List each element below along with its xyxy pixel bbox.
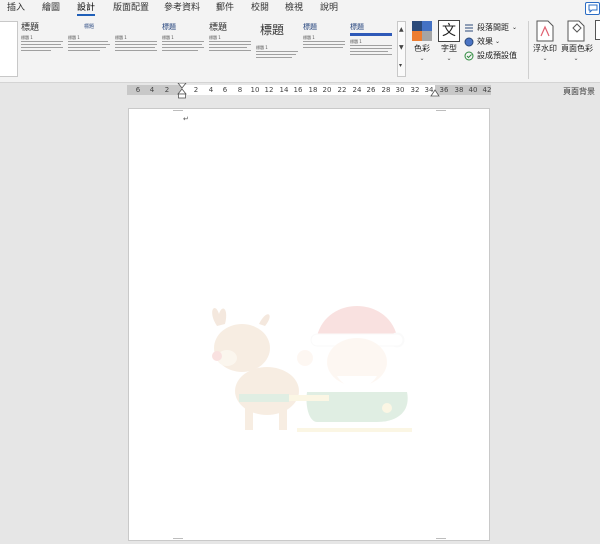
colors-label: 色彩: [414, 44, 430, 53]
horizontal-ruler[interactable]: 6 4 2 2 4 6 8 10 12 14 16 18 20 22 24 26…: [127, 83, 492, 99]
right-indent-marker[interactable]: [430, 89, 440, 97]
gallery-scrollbar[interactable]: ▲ ▼ ▾: [397, 21, 406, 77]
style-set-preview[interactable]: 標題 1: [113, 21, 159, 77]
ruler-number: 6: [135, 86, 141, 94]
tab-review[interactable]: 校閱: [251, 2, 269, 14]
page-color-button[interactable]: 頁面色彩 ⌄: [561, 20, 593, 66]
santa-icon: [297, 306, 405, 388]
ruler-number: 42: [482, 86, 492, 94]
reindeer-icon: [212, 307, 299, 430]
chevron-down-icon: ⌄: [419, 55, 425, 62]
ribbon-tab-bar: 插入 繪圖 設計 版面配置 參考資料 郵件 校閱 檢視 說明: [0, 0, 600, 17]
ruler-number: 38: [454, 86, 464, 94]
watermark-icon: [536, 20, 554, 42]
watermark-label: 浮水印: [533, 44, 557, 53]
palette-icon: [412, 21, 432, 41]
style-set-preview[interactable]: 標題 標題 1: [19, 21, 65, 77]
ruler-number: 16: [293, 86, 303, 94]
gallery-scroll-down-icon[interactable]: ▼: [399, 44, 404, 51]
style-set-preview[interactable]: 標題 標題 1: [66, 21, 112, 77]
tab-references[interactable]: 參考資料: [164, 2, 200, 14]
fonts-label: 字型: [441, 44, 457, 53]
tab-view[interactable]: 檢視: [285, 2, 303, 14]
style-set-preview[interactable]: 標題 標題 1: [301, 21, 347, 77]
ruler-number: 12: [264, 86, 274, 94]
tab-mailings[interactable]: 郵件: [216, 2, 234, 14]
tab-draw[interactable]: 繪圖: [42, 2, 60, 14]
ribbon: 標題 標題 1 標題 標題 1 標題 1 標題 標題 1 標題 標題 1 標題 …: [0, 17, 600, 96]
comments-button[interactable]: [585, 2, 600, 15]
ruler-number: 40: [468, 86, 478, 94]
paragraph-spacing-icon: [465, 24, 473, 32]
ruler-number: 10: [250, 86, 260, 94]
effects-icon: [464, 37, 474, 47]
chevron-down-icon: ⌄: [512, 24, 518, 31]
style-set-preview[interactable]: 標題 標題 1: [207, 21, 253, 77]
watermark-button[interactable]: 浮水印 ⌄: [532, 20, 558, 66]
ruler-number: 26: [366, 86, 376, 94]
tab-insert[interactable]: 插入: [7, 2, 25, 14]
ruler-number: 6: [222, 86, 228, 94]
group-label-page-background: 頁面背景: [563, 87, 595, 96]
ruler-number: 22: [337, 86, 347, 94]
style-set-preview[interactable]: 標題 標題 1: [254, 21, 300, 77]
check-circle-icon: [464, 51, 474, 61]
style-set-preview[interactable]: 標題 標題 1: [348, 21, 396, 77]
tab-layout[interactable]: 版面配置: [113, 2, 149, 14]
ruler-number: 28: [381, 86, 391, 94]
ruler-number: 30: [395, 86, 405, 94]
ruler-number: 18: [308, 86, 318, 94]
ruler-number: 2: [193, 86, 199, 94]
page-borders-button[interactable]: [595, 20, 600, 60]
paragraph-spacing-button[interactable]: 段落間距 ⌄: [464, 22, 524, 34]
active-tab-indicator: [77, 14, 95, 16]
style-set-preview[interactable]: [0, 21, 18, 77]
set-as-default-button[interactable]: 設成預設值: [464, 50, 524, 62]
ruler-number: 4: [149, 86, 155, 94]
ruler-number: 32: [410, 86, 420, 94]
comment-icon: [588, 4, 598, 13]
group-divider: [528, 21, 529, 79]
effects-button[interactable]: 效果 ⌄: [464, 36, 506, 48]
margin-corner: [173, 110, 183, 111]
chevron-down-icon: ⌄: [495, 38, 501, 45]
chevron-down-icon: ⌄: [542, 55, 548, 62]
chevron-down-icon: ⌄: [573, 55, 579, 62]
page-color-label: 頁面色彩: [561, 44, 593, 53]
paragraph-mark: ↵: [183, 115, 189, 123]
indent-marker[interactable]: [177, 83, 187, 99]
chevron-down-icon: ⌄: [446, 55, 452, 62]
ruler-number: 24: [352, 86, 362, 94]
ruler-number: 2: [164, 86, 170, 94]
tab-design[interactable]: 設計: [77, 2, 95, 14]
gallery-scroll-up-icon[interactable]: ▲: [399, 26, 404, 33]
christmas-watermark-image: [212, 306, 412, 432]
ruler-number: 20: [322, 86, 332, 94]
gallery-more-icon[interactable]: ▾: [399, 62, 402, 69]
margin-corner: [436, 538, 446, 539]
colors-button[interactable]: 色彩 ⌄: [409, 20, 435, 66]
tab-help[interactable]: 說明: [320, 2, 338, 14]
font-icon: 文: [438, 20, 460, 42]
ruler-number: 4: [208, 86, 214, 94]
fonts-button[interactable]: 文 字型 ⌄: [437, 20, 461, 66]
margin-corner: [436, 110, 446, 111]
ruler-number: 14: [279, 86, 289, 94]
margin-corner: [173, 538, 183, 539]
style-set-preview[interactable]: 標題 標題 1: [160, 21, 206, 77]
document-page[interactable]: ↵: [128, 108, 490, 541]
ruler-number: 36: [439, 86, 449, 94]
sleigh-icon: [289, 392, 412, 432]
page-color-icon: [567, 20, 585, 42]
ruler-number: 8: [237, 86, 243, 94]
